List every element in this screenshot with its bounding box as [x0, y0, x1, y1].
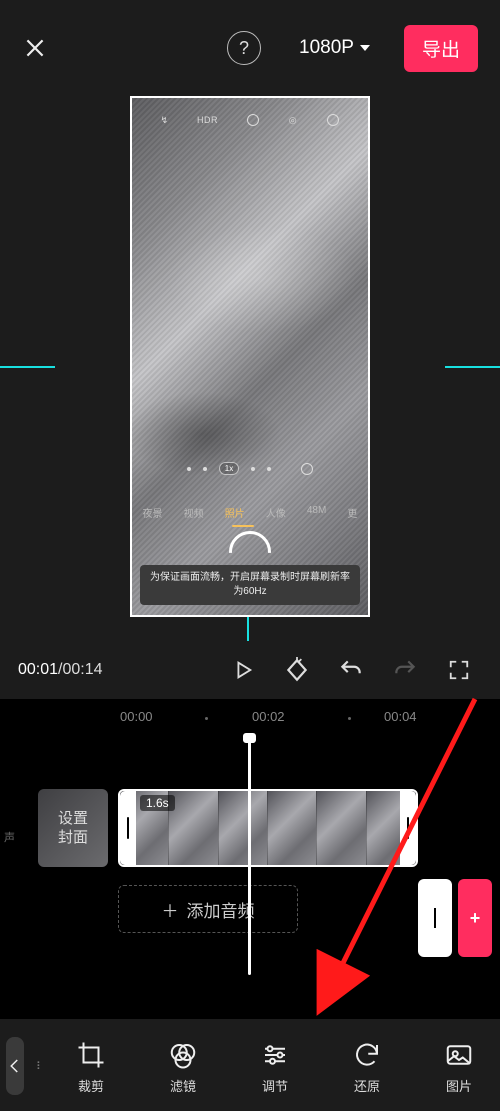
toolbar-indicator: ⠇	[36, 1060, 42, 1073]
playbar: 00:01/00:14	[0, 641, 500, 699]
resolution-select[interactable]: 1080P	[285, 29, 384, 67]
clip-handle-right[interactable]	[400, 791, 416, 865]
preview-stage[interactable]: ↯ HDR ◎ 1x 夜景 视频 照片 人像 48M 更	[0, 96, 500, 641]
ruler-tick	[205, 717, 208, 720]
camera-mode-row: 夜景 视频 照片 人像 48M 更	[132, 505, 368, 520]
ruler-tick	[348, 717, 351, 720]
header: ? 1080P 导出	[0, 0, 500, 96]
crop-tool[interactable]: 裁剪	[48, 1040, 134, 1092]
filter-icon: ◎	[287, 114, 299, 126]
timer-icon	[247, 114, 259, 126]
camera-top-icons: ↯ HDR ◎	[132, 98, 368, 142]
play-button[interactable]	[220, 650, 266, 690]
guide-right	[445, 366, 500, 368]
mode-underline	[232, 525, 254, 527]
undo-button[interactable]	[328, 650, 374, 690]
filter-tool[interactable]: 滤镜	[140, 1040, 226, 1092]
playhead[interactable]	[248, 735, 251, 975]
restore-tool[interactable]: 还原	[324, 1040, 410, 1092]
clip-duration-chip: 1.6s	[140, 795, 175, 811]
image-tool[interactable]: 图片	[416, 1040, 500, 1092]
selected-clip[interactable]: 1.6s	[118, 789, 418, 867]
export-button[interactable]: 导出	[404, 25, 478, 72]
set-cover-button[interactable]: 设置封面	[38, 789, 108, 867]
edit-toolbar: ⠇ 裁剪 滤镜 调节 还原 图片	[0, 1021, 500, 1111]
zoom-row: 1x	[132, 462, 368, 475]
keyframe-button[interactable]	[274, 650, 320, 690]
timeline[interactable]: 00:00 00:02 00:04 声 设置封面 1.6s	[0, 699, 500, 1019]
zoom-chip: 1x	[219, 462, 239, 475]
adjust-tool[interactable]: 调节	[232, 1040, 318, 1092]
fullscreen-button[interactable]	[436, 650, 482, 690]
flash-icon: ↯	[160, 115, 168, 126]
add-clip-button[interactable]: +	[458, 879, 492, 957]
toast-message: 为保证画面流畅，开启屏幕录制时屏幕刷新率 为60Hz	[140, 565, 360, 605]
lens-icon	[301, 463, 313, 475]
toolbar-back-button[interactable]	[6, 1037, 24, 1095]
preview-canvas: ↯ HDR ◎ 1x 夜景 视频 照片 人像 48M 更	[130, 96, 370, 617]
clip-frame	[219, 791, 268, 865]
time-display: 00:01/00:14	[18, 661, 103, 679]
time-ruler: 00:00 00:02 00:04	[0, 709, 500, 724]
plus-icon: ＋	[162, 897, 179, 922]
add-audio-button[interactable]: ＋ 添加音频	[118, 885, 298, 933]
close-button[interactable]	[22, 35, 48, 61]
clip-frame	[317, 791, 366, 865]
resolution-label: 1080P	[299, 37, 354, 59]
settings-icon	[327, 114, 339, 126]
hdr-label: HDR	[197, 115, 218, 125]
chevron-down-icon	[360, 45, 370, 51]
redo-button[interactable]	[382, 650, 428, 690]
clip-frame	[169, 791, 218, 865]
clip-frame	[268, 791, 317, 865]
help-icon[interactable]: ?	[227, 31, 261, 65]
clip-handle-end[interactable]	[418, 879, 452, 957]
guide-left	[0, 366, 55, 368]
clip-handle-left[interactable]	[120, 791, 136, 865]
